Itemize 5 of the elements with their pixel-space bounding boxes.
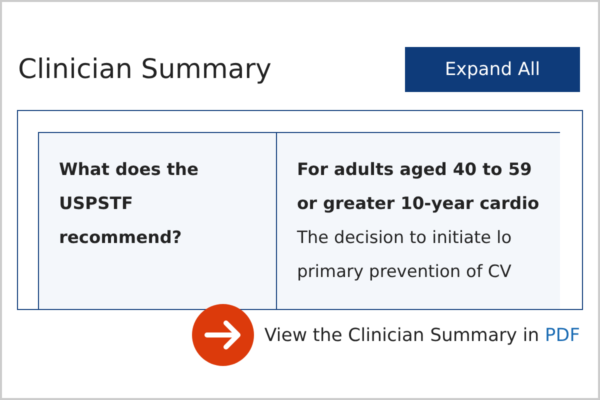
table-cell-text: For adults aged 40 to 59 or greater 10-year cardio The decision to initiate lo primary prevention of CV: [296, 159, 540, 284]
expand-all-button[interactable]: Expand All: [405, 47, 580, 92]
section-title: Clinician Summary: [18, 53, 272, 88]
pdf-link-text: View the Clinician Summary in PDF: [264, 324, 580, 348]
pdf-link[interactable]: PDF: [544, 324, 580, 346]
